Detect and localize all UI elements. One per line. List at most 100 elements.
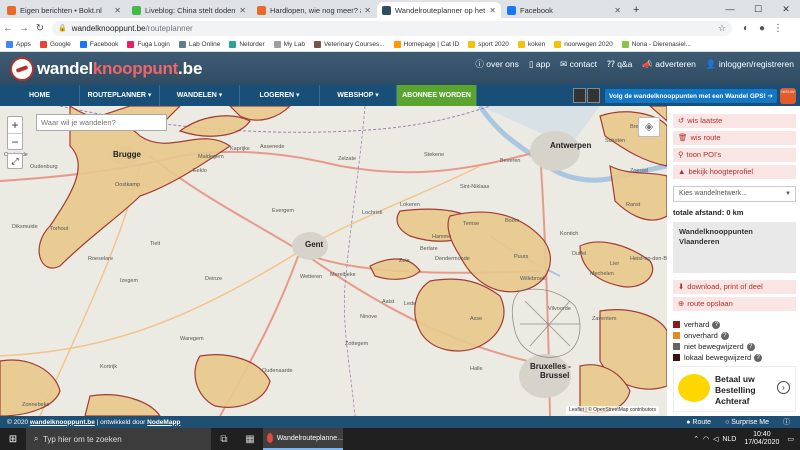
search-icon: ⌕	[34, 434, 39, 443]
layers-button[interactable]: ◈	[638, 117, 660, 137]
gps-button[interactable]: Volg de wandelknooppunten met een Wandel…	[605, 88, 777, 103]
network-select[interactable]: Kies wandelnetwerk... ▼	[673, 186, 796, 202]
map-label-town: Kontich	[560, 231, 579, 237]
nav-logeren[interactable]: LOGEREN ▾	[240, 85, 320, 106]
map-label-town: Puurs	[514, 254, 529, 260]
windows-start-icon[interactable]: ⊞	[0, 434, 26, 445]
bookmark-item[interactable]: Lab Online	[178, 41, 220, 48]
bookmark-item[interactable]: Facebook	[79, 41, 118, 48]
footer-dev-link[interactable]: NodeMapp	[147, 419, 180, 426]
extension-icon[interactable]: ◐	[738, 23, 754, 34]
link-contact[interactable]: ✉ contact	[560, 59, 597, 70]
browser-tab-2[interactable]: Liveblog: China stelt dodental na✕	[127, 2, 251, 18]
mode-route[interactable]: ● Route	[686, 419, 711, 426]
menu-icon[interactable]: ⋮	[770, 23, 786, 34]
link-over-ons[interactable]: ⓘ over ons	[475, 58, 518, 70]
bookmark-item[interactable]: Google	[39, 41, 71, 48]
advertisement[interactable]: Betaal uw Bestelling Achteraf ›	[673, 366, 796, 412]
close-icon[interactable]: ✕	[489, 6, 496, 15]
nav-routeplanner[interactable]: ROUTEPLANNER ▾	[80, 85, 160, 106]
address-bar: ← → ↻ 🔒 wandelknooppunt.be/routeplanner …	[0, 18, 800, 38]
taskbar-chrome-app[interactable]: Wandelrouteplanne...	[263, 428, 343, 450]
reload-icon[interactable]: ↻	[32, 23, 48, 34]
undo-icon: ↺	[678, 116, 685, 125]
arrow-right-icon[interactable]: ›	[777, 381, 790, 394]
show-poi-button[interactable]: ⚲ toon POI's	[673, 148, 796, 162]
task-view-icon[interactable]: ⧉	[211, 434, 237, 445]
map-label-town: Zaventem	[592, 316, 617, 322]
bookmark-item[interactable]: noorwegen 2020	[554, 41, 613, 48]
wifi-icon[interactable]: ◠	[703, 435, 709, 443]
fullscreen-button[interactable]: ⤢	[7, 153, 23, 169]
back-icon[interactable]: ←	[0, 23, 16, 34]
zoom-in-button[interactable]: +	[8, 117, 22, 133]
bookmark-item[interactable]: Homepage | Cat ID	[393, 41, 459, 48]
nav-home[interactable]: HOME	[0, 85, 80, 106]
volume-icon[interactable]: ◁	[713, 435, 718, 443]
nav-webshop[interactable]: WEBSHOP ▾	[320, 85, 397, 106]
forward-icon[interactable]: →	[16, 23, 32, 34]
minimize-icon[interactable]: —	[716, 0, 744, 18]
bookmark-item[interactable]: koken	[517, 41, 545, 48]
help-icon[interactable]: ?	[754, 353, 763, 362]
bookmark-item[interactable]: sport 2020	[468, 41, 509, 48]
site-logo[interactable]: wandel knooppunt .be	[10, 57, 203, 81]
maximize-icon[interactable]: ☐	[744, 0, 772, 18]
bookmark-item[interactable]: Fuga Login	[127, 41, 170, 48]
close-icon[interactable]: ✕	[614, 6, 621, 15]
nav-wandelen[interactable]: WANDELEN ▾	[160, 85, 240, 106]
info-icon[interactable]: ⓘ	[783, 417, 790, 427]
tray-chevron-icon[interactable]: ⌃	[693, 435, 699, 443]
clear-route-button[interactable]: 🗑 wis route	[673, 131, 796, 145]
close-icon[interactable]: ✕	[364, 6, 371, 15]
elevation-profile-button[interactable]: ▲ bekijk hoogteprofiel	[673, 165, 796, 179]
map-label-town: Zoersel	[630, 168, 649, 174]
help-icon[interactable]: ?	[720, 331, 729, 340]
bookmark-item[interactable]: My Lab	[273, 41, 305, 48]
link-adverteren[interactable]: 📣 adverteren	[642, 59, 696, 70]
browser-tab-1[interactable]: Eigen berichten • Bokt.nl ✕	[2, 2, 126, 18]
footer-site-link[interactable]: wandelknooppunt.be	[30, 419, 95, 426]
map-label-town: Mechelen	[590, 271, 614, 277]
promo-badge[interactable]: NIEUW	[780, 87, 796, 104]
star-icon[interactable]: ☆	[718, 23, 726, 34]
notification-icon[interactable]: ▭	[787, 435, 794, 443]
layers-icon: ◈	[644, 121, 654, 133]
map-label-town: Ranst	[626, 202, 641, 208]
close-icon[interactable]: ✕	[114, 6, 121, 15]
bookmark-item[interactable]: Netorder	[229, 41, 265, 48]
download-button[interactable]: ⬇ download, print of deel	[673, 280, 796, 294]
bookmark-item[interactable]: Apps	[6, 41, 31, 48]
bookmark-item[interactable]: Veterinary Courses...	[313, 41, 385, 48]
new-tab-button[interactable]: +	[628, 2, 644, 18]
link-app[interactable]: ▯ app	[529, 59, 550, 70]
map-canvas[interactable]: Brugge Gent Antwerpen Bruxelles - Brusse…	[0, 106, 667, 416]
nav-abonnee[interactable]: ABONNEE WORDEN	[397, 85, 477, 106]
bookmark-icon	[6, 41, 13, 48]
browser-tab-5[interactable]: Facebook ✕	[502, 2, 626, 18]
plus-icon: ⊕	[678, 299, 685, 308]
mode-surprise[interactable]: ○ Surprise Me	[725, 419, 769, 426]
taskbar-search[interactable]: ⌕ Typ hier om te zoeken	[26, 428, 211, 450]
zoom-out-button[interactable]: −	[8, 133, 22, 149]
close-icon[interactable]: ✕	[239, 6, 246, 15]
close-window-icon[interactable]: ✕	[772, 0, 800, 18]
profile-avatar[interactable]: ●	[754, 23, 770, 34]
save-route-button[interactable]: ⊕ route opslaan	[673, 297, 796, 311]
calculator-icon[interactable]: ▦	[237, 434, 263, 445]
browser-tab-4[interactable]: Wandelrouteplanner op het wand✕	[377, 2, 501, 18]
link-login[interactable]: 👤 inloggen/registreren	[706, 59, 794, 70]
map-label-town: Lokeren	[400, 202, 420, 208]
clock[interactable]: 10:40 17/04/2020	[744, 431, 779, 447]
help-icon[interactable]: ?	[746, 342, 755, 351]
clear-last-button[interactable]: ↺ wis laatste	[673, 114, 796, 128]
map-search-input[interactable]	[36, 114, 167, 131]
help-icon[interactable]: ?	[712, 320, 721, 329]
favicon-icon	[507, 5, 516, 15]
logo-icon	[10, 57, 34, 81]
bookmark-item[interactable]: Nona - Dierenasiel...	[621, 41, 691, 48]
browser-tab-3[interactable]: Hardlopen, wie nog meer? #4 •✕	[252, 2, 376, 18]
link-qa[interactable]: ⁇ q&a	[607, 59, 632, 70]
language-indicator[interactable]: NLD	[722, 436, 736, 443]
url-field[interactable]: 🔒 wandelknooppunt.be/routeplanner ☆	[52, 20, 732, 36]
